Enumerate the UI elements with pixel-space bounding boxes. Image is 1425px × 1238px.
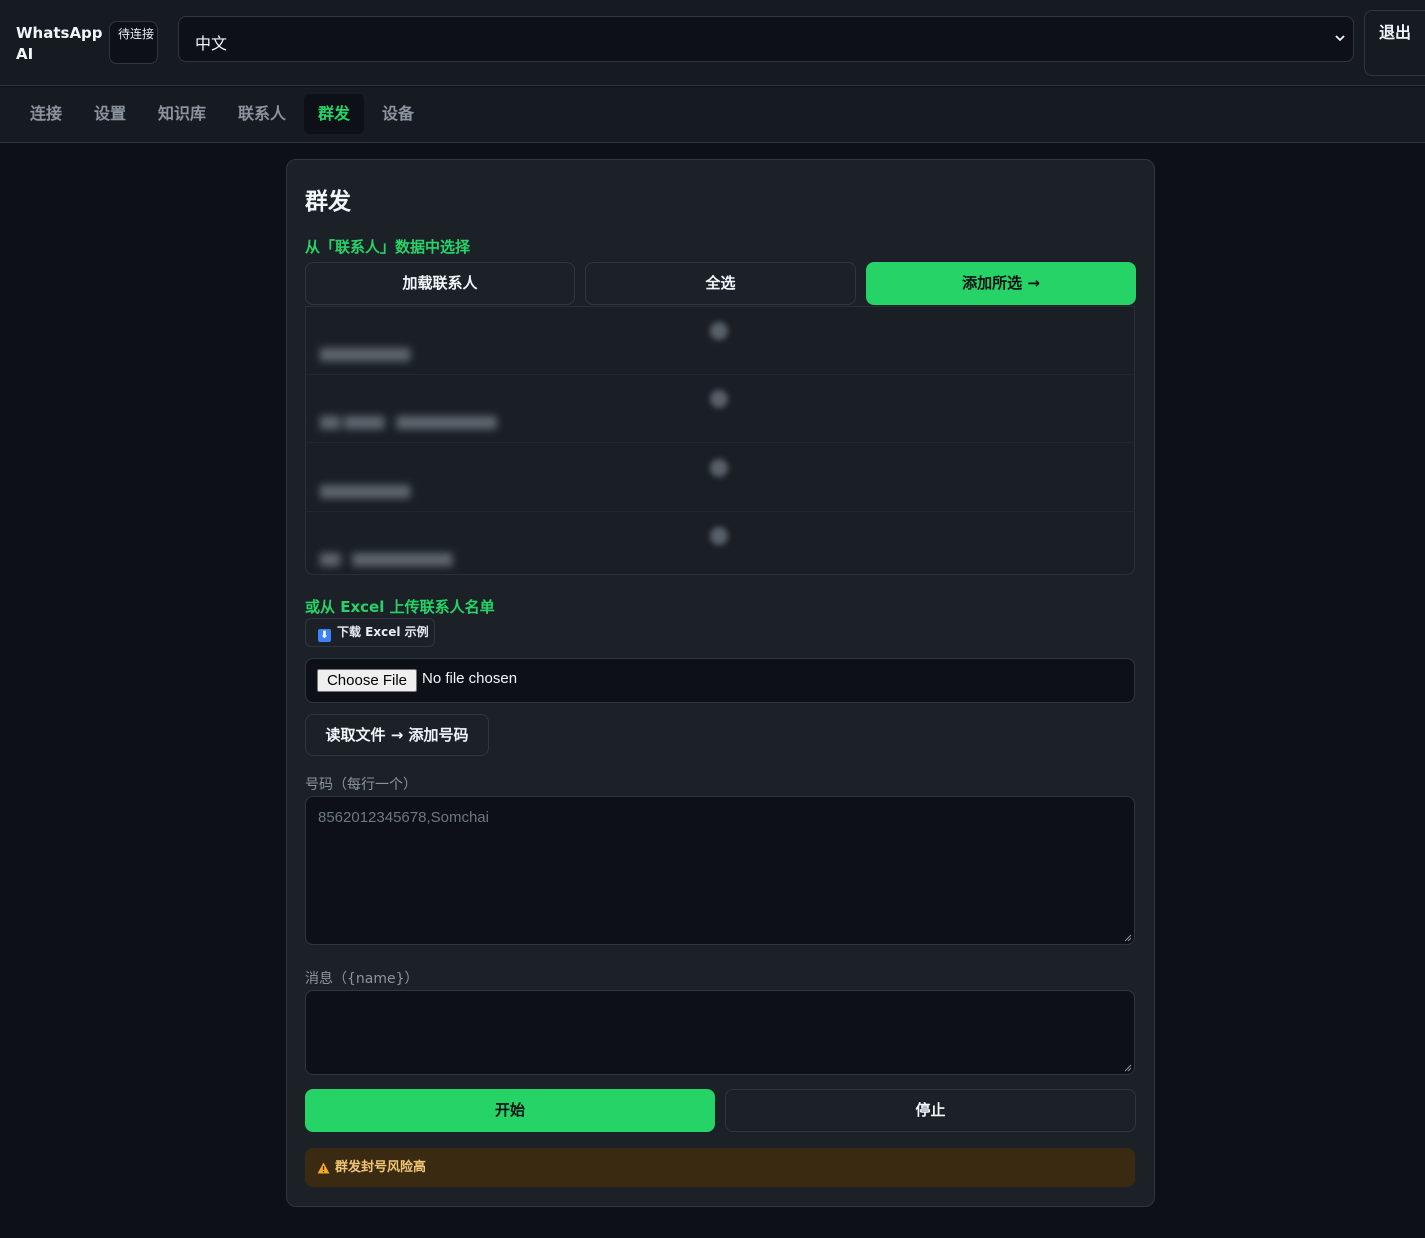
list-item[interactable]: ▇▇▇▇▇▇▇▇▇ <box>306 307 1134 375</box>
start-button[interactable]: 开始 <box>305 1089 715 1132</box>
load-contacts-button[interactable]: 加载联系人 <box>305 262 575 305</box>
contacts-section-label: 从「联系人」数据中选择 <box>305 238 471 256</box>
read-file-add-numbers-button[interactable]: 读取文件 → 添加号码 <box>305 714 489 756</box>
choose-file-button[interactable]: Choose File <box>317 669 417 692</box>
tab-contacts[interactable]: 联系人 <box>222 94 302 134</box>
contact-name-redacted: ▇▇ · ▇▇▇▇▇▇▇▇▇▇ <box>320 552 453 567</box>
contact-checkbox[interactable] <box>710 527 728 545</box>
contact-checkbox[interactable] <box>710 390 728 408</box>
message-label: 消息（{name}） <box>305 971 419 987</box>
ban-risk-warning: 群发封号风险高 <box>305 1148 1135 1187</box>
file-status: No file chosen <box>422 670 518 687</box>
logout-button[interactable]: 退出 <box>1364 10 1425 76</box>
tab-devices[interactable]: 设备 <box>366 94 430 134</box>
contact-checkbox[interactable] <box>710 459 728 477</box>
resize-grip-icon <box>1124 934 1132 942</box>
main-nav: 连接 设置 知识库 联系人 群发 设备 <box>0 87 1425 143</box>
download-arrow-icon: ⬇ <box>318 629 331 642</box>
list-item[interactable]: ▇▇ · ▇▇▇▇▇▇▇▇▇▇ <box>306 512 1134 580</box>
tab-broadcast[interactable]: 群发 <box>304 94 364 134</box>
numbers-placeholder: 8562012345678,Somchai <box>318 809 489 826</box>
contact-list[interactable]: ▇▇▇▇▇▇▇▇▇ ▇▇ ▇▇▇▇ · ▇▇▇▇▇▇▇▇▇▇ ▇▇▇▇▇▇▇▇▇… <box>305 306 1135 575</box>
contact-name-redacted: ▇▇ ▇▇▇▇ · ▇▇▇▇▇▇▇▇▇▇ <box>320 415 497 430</box>
language-select[interactable]: 中文 <box>178 16 1354 62</box>
top-header: WhatsApp AI 待连接 中文 退出 <box>0 0 1425 86</box>
add-selected-button[interactable]: 添加所选 → <box>866 262 1136 305</box>
tab-knowledge-base[interactable]: 知识库 <box>142 94 222 134</box>
tab-settings[interactable]: 设置 <box>78 94 142 134</box>
warning-icon <box>317 1162 330 1174</box>
chevron-down-icon <box>1335 35 1345 42</box>
excel-file-input[interactable]: Choose File No file chosen <box>305 658 1135 703</box>
message-textarea[interactable] <box>305 990 1135 1075</box>
numbers-textarea[interactable]: 8562012345678,Somchai <box>305 796 1135 945</box>
language-select-value: 中文 <box>195 34 228 53</box>
list-item[interactable]: ▇▇▇▇▇▇▇▇▇ <box>306 444 1134 512</box>
download-excel-sample-label: 下载 Excel 示例 <box>337 625 429 639</box>
connection-status-badge: 待连接 <box>109 21 158 64</box>
contact-name-redacted: ▇▇▇▇▇▇▇▇▇ <box>320 347 410 362</box>
select-all-button[interactable]: 全选 <box>585 262 856 305</box>
download-excel-sample-button[interactable]: ⬇ 下载 Excel 示例 <box>305 618 435 647</box>
page-title: 群发 <box>305 189 351 215</box>
stop-button[interactable]: 停止 <box>725 1089 1136 1132</box>
tab-connect[interactable]: 连接 <box>14 94 78 134</box>
warning-text: 群发封号风险高 <box>335 1160 427 1175</box>
resize-grip-icon <box>1124 1064 1132 1072</box>
contact-checkbox[interactable] <box>710 322 728 340</box>
excel-section-label: 或从 Excel 上传联系人名单 <box>305 598 495 616</box>
app-brand: WhatsApp AI <box>16 24 103 63</box>
list-item[interactable]: ▇▇ ▇▇▇▇ · ▇▇▇▇▇▇▇▇▇▇ <box>306 375 1134 443</box>
contact-name-redacted: ▇▇▇▇▇▇▇▇▇ <box>320 484 410 499</box>
broadcast-card: 群发 从「联系人」数据中选择 加载联系人 全选 添加所选 → ▇▇▇▇▇▇▇▇▇… <box>286 159 1155 1207</box>
numbers-label: 号码（每行一个） <box>305 777 417 793</box>
